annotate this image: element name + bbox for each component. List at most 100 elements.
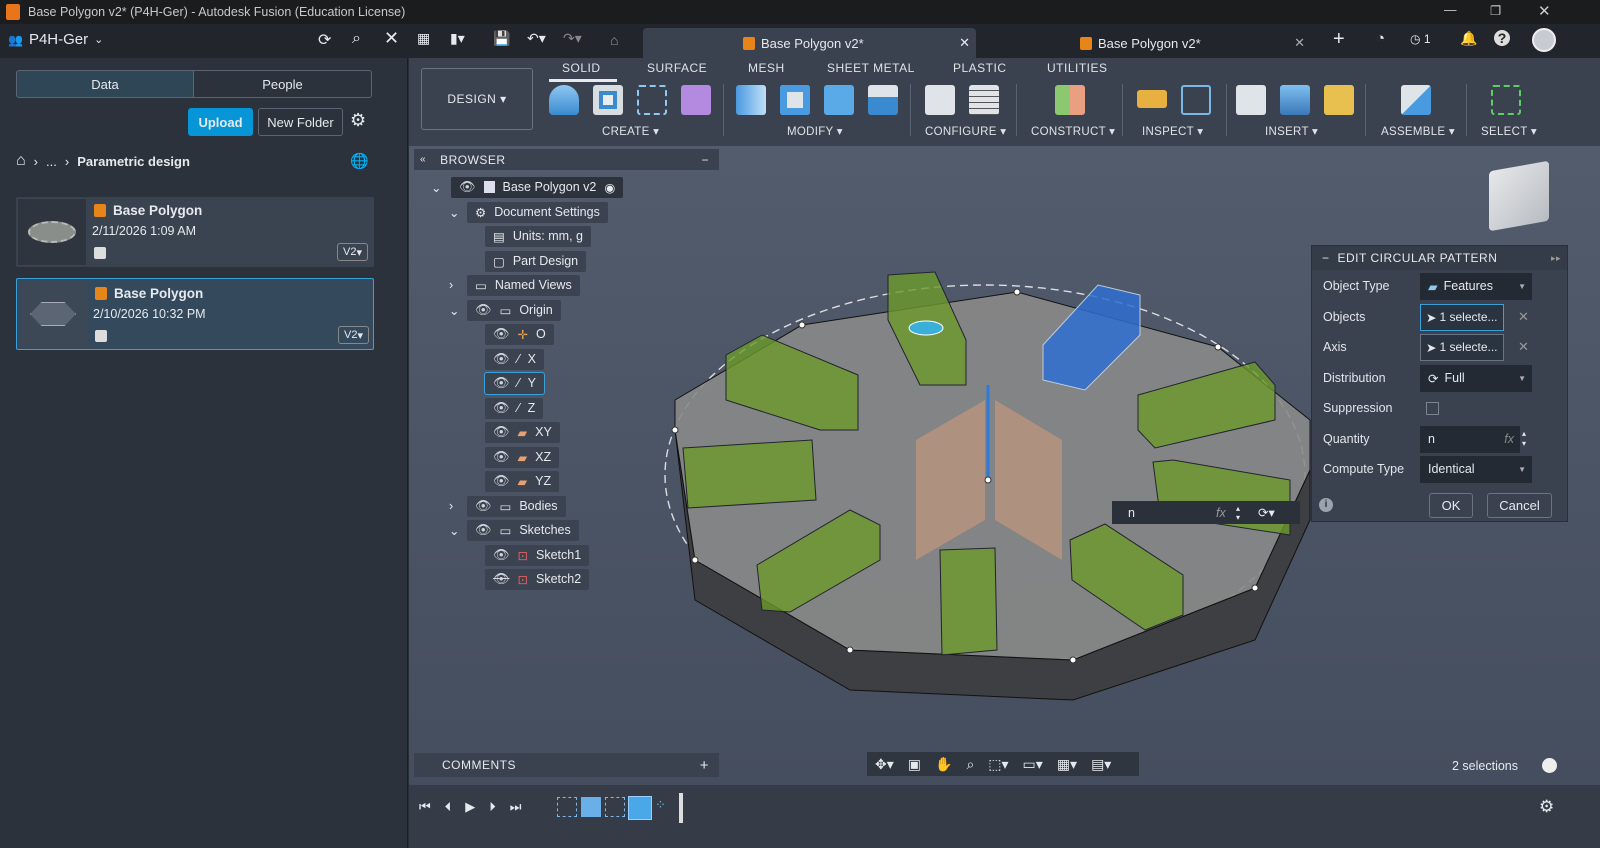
clear-selection-icon[interactable]: ✕: [1518, 309, 1529, 325]
visibility-eye-icon[interactable]: 👁: [493, 326, 510, 342]
minimize-button[interactable]: —: [1444, 3, 1457, 17]
tree-item-y-axis[interactable]: 👁 ⁄ Y: [484, 371, 545, 395]
new-tab-icon[interactable]: +: [1333, 28, 1345, 51]
file-menu-icon[interactable]: ▮▾: [450, 30, 465, 47]
tree-item-sketches[interactable]: ⌄ 👁 ▭ Sketches: [449, 519, 579, 541]
go-to-start-icon[interactable]: ⏮: [419, 799, 431, 815]
inspect-menu[interactable]: INSPECT ▾: [1142, 124, 1203, 138]
tree-root[interactable]: ⌄ 👁 Base Polygon v2 ◉: [431, 176, 624, 198]
visibility-eye-icon[interactable]: 👁: [493, 351, 510, 367]
active-radio-icon[interactable]: ◉: [604, 180, 615, 195]
fx-button[interactable]: fx: [1504, 432, 1514, 446]
home-icon[interactable]: ⌂: [16, 152, 26, 170]
fillet-icon[interactable]: [780, 85, 810, 115]
shell-icon[interactable]: [868, 85, 898, 115]
tree-item-yz-plane[interactable]: 👁 ▰ YZ: [485, 470, 560, 492]
select-box-icon[interactable]: [1491, 85, 1521, 115]
undo-icon[interactable]: ↶▾: [527, 30, 546, 47]
rectangular-pattern-icon[interactable]: [637, 85, 667, 115]
quick-setup-icon[interactable]: [1542, 758, 1557, 773]
workspace-switcher[interactable]: DESIGN ▾: [421, 68, 533, 130]
measure-icon[interactable]: [1137, 90, 1167, 108]
sketch-feature-icon[interactable]: [605, 797, 625, 817]
insert-canvas-icon[interactable]: [1280, 85, 1310, 115]
offset-plane-icon[interactable]: [1055, 85, 1085, 115]
tree-item-bodies[interactable]: › 👁 ▭ Bodies: [449, 495, 566, 517]
hole-icon[interactable]: [593, 85, 623, 115]
close-tab-icon[interactable]: ✕: [959, 35, 970, 51]
tree-item-origin-point[interactable]: 👁 ✛ O: [485, 323, 554, 345]
maximize-button[interactable]: ❐: [1490, 3, 1501, 18]
configure-menu[interactable]: CONFIGURE ▾: [925, 124, 1006, 138]
home-icon[interactable]: ⌂: [610, 32, 618, 48]
grid-icon[interactable]: ▦▾: [1057, 756, 1077, 773]
select-menu[interactable]: SELECT ▾: [1481, 124, 1537, 138]
extrude-feature-icon[interactable]: [628, 796, 652, 820]
tab-people[interactable]: People: [193, 70, 372, 98]
info-icon[interactable]: i: [1319, 498, 1333, 512]
objects-selection[interactable]: ➤ 1 selecte...: [1420, 303, 1504, 331]
help-icon[interactable]: ?: [1494, 30, 1510, 46]
extensions-icon[interactable]: ◔: [1376, 30, 1385, 47]
zoom-icon[interactable]: ⌕: [966, 756, 974, 773]
tree-item-part-design[interactable]: ▢ Part Design: [485, 250, 587, 272]
refresh-icon[interactable]: ⟳: [318, 30, 331, 50]
pan-icon[interactable]: ✋: [935, 756, 952, 773]
job-status[interactable]: ◷ 1: [1410, 32, 1431, 46]
visibility-eye-icon[interactable]: 👁: [475, 498, 492, 514]
visibility-eye-icon[interactable]: 👁: [459, 179, 476, 195]
orbit-icon[interactable]: ✥▾: [875, 756, 894, 773]
tab-mesh[interactable]: MESH: [748, 61, 785, 75]
construct-menu[interactable]: CONSTRUCT ▾: [1031, 124, 1115, 138]
distribution-toggle-icon[interactable]: ⟳▾: [1258, 505, 1275, 520]
add-comment-icon[interactable]: +: [700, 757, 709, 774]
step-back-icon[interactable]: ⏴: [445, 799, 452, 815]
insert-mesh-icon[interactable]: [1324, 85, 1354, 115]
tree-item-xz-plane[interactable]: 👁 ▰ XZ: [485, 446, 560, 468]
search-icon[interactable]: ⌕: [352, 30, 361, 48]
team-switcher[interactable]: 👥 P4H-Ger ⌄: [8, 31, 103, 48]
file-card[interactable]: Base Polygon 2/11/2026 1:09 AM V2 ▾: [16, 197, 374, 267]
inline-quantity-input[interactable]: n fx ▴ ▾ ⟳▾: [1112, 501, 1300, 524]
file-card-selected[interactable]: Base Polygon 2/10/2026 10:32 PM V2 ▾: [16, 278, 374, 350]
document-tab-active[interactable]: Base Polygon v2* ✕: [643, 28, 976, 58]
tree-item-sketch1[interactable]: 👁 ⊡ Sketch1: [485, 544, 590, 566]
breadcrumb-ellipsis[interactable]: ...: [46, 154, 57, 169]
hidden-eye-icon[interactable]: 👁: [493, 571, 510, 587]
view-cube[interactable]: [1489, 160, 1549, 232]
visibility-eye-icon[interactable]: 👁: [493, 424, 510, 440]
comments-panel[interactable]: COMMENTS +: [414, 753, 719, 777]
tab-solid[interactable]: SOLID: [562, 61, 601, 75]
revolve-icon[interactable]: [549, 85, 579, 115]
configure-icon[interactable]: [925, 85, 955, 115]
extrude-feature-icon[interactable]: [581, 797, 601, 817]
viewports-icon[interactable]: ▤▾: [1091, 756, 1111, 773]
notifications-icon[interactable]: 🔔: [1460, 30, 1477, 47]
close-tab-icon[interactable]: ✕: [1294, 35, 1305, 51]
tab-surface[interactable]: SURFACE: [647, 61, 707, 75]
suppression-checkbox[interactable]: [1426, 401, 1439, 415]
insert-menu[interactable]: INSERT ▾: [1265, 124, 1318, 138]
circular-pattern-feature-icon[interactable]: ⁘: [655, 797, 675, 817]
table-icon[interactable]: [969, 85, 999, 115]
tab-utilities[interactable]: UTILITIES: [1047, 61, 1108, 75]
distribution-dropdown[interactable]: ⟳ Full ▼: [1420, 364, 1532, 392]
display-settings-icon[interactable]: ▭▾: [1023, 756, 1043, 773]
joint-icon[interactable]: [1401, 85, 1431, 115]
visibility-eye-icon[interactable]: 👁: [493, 547, 510, 563]
clear-selection-icon[interactable]: ✕: [1518, 339, 1529, 355]
axis-manipulator-icon[interactable]: [908, 320, 944, 336]
tree-item-origin[interactable]: ⌄ 👁 ▭ Origin: [449, 299, 561, 321]
settings-gear-icon[interactable]: ⚙: [350, 110, 366, 131]
quantity-stepper[interactable]: ▴ ▾: [1522, 429, 1526, 449]
version-dropdown[interactable]: V2 ▾: [338, 326, 369, 344]
close-window-button[interactable]: ✕: [1538, 2, 1551, 20]
create-menu[interactable]: CREATE ▾: [602, 124, 659, 138]
tree-item-xy-plane[interactable]: 👁 ▰ XY: [485, 421, 560, 443]
combine-icon[interactable]: [824, 85, 854, 115]
save-icon[interactable]: 💾: [493, 30, 510, 47]
visibility-eye-icon[interactable]: 👁: [493, 400, 510, 416]
document-tab[interactable]: Base Polygon v2* ✕: [980, 28, 1313, 58]
visibility-eye-icon[interactable]: 👁: [475, 522, 492, 538]
tab-sheet-metal[interactable]: SHEET METAL: [827, 61, 915, 75]
